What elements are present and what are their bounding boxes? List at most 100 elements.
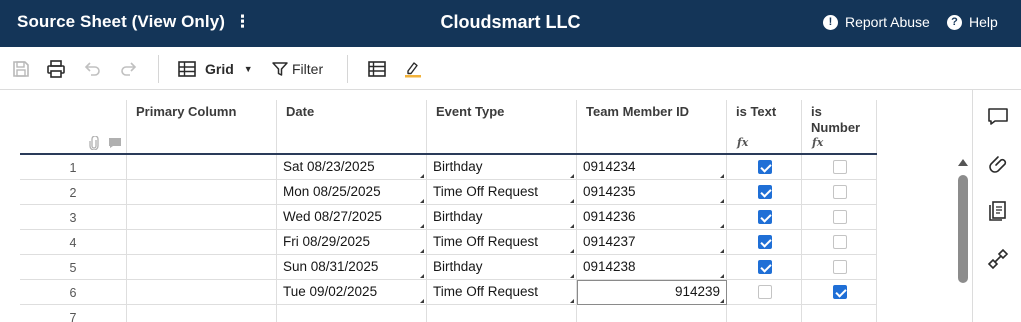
column-header-date[interactable]: Date [277, 100, 427, 154]
checkbox[interactable] [833, 185, 847, 199]
vertical-scrollbar[interactable] [955, 155, 971, 322]
cell-primary[interactable] [127, 155, 277, 180]
cell-event-type[interactable]: Time Off Request [427, 230, 577, 255]
row-number[interactable]: 3 [20, 205, 127, 230]
row-number[interactable]: 5 [20, 255, 127, 280]
scroll-up-arrow[interactable] [958, 159, 968, 166]
cell-is-number[interactable] [802, 305, 877, 322]
table-row[interactable]: 1 Sat 08/23/2025 Birthday 0914234 [20, 155, 877, 180]
checkbox[interactable] [833, 160, 847, 174]
help-link[interactable]: ? Help [947, 14, 998, 30]
checkbox[interactable] [758, 235, 772, 249]
undo-icon[interactable] [83, 57, 103, 81]
column-header-is-text[interactable]: is Text fx [727, 100, 802, 154]
table-row[interactable]: 4 Fri 08/29/2025 Time Off Request 0914237 [20, 230, 877, 255]
checkbox[interactable] [758, 260, 772, 274]
row-number[interactable]: 1 [20, 155, 127, 180]
cell-is-text[interactable] [727, 255, 802, 280]
cell-is-text[interactable] [727, 305, 802, 322]
table-row[interactable]: 6 Tue 09/02/2025 Time Off Request 914239 [20, 280, 877, 305]
sheet-menu-icon[interactable]: ⋮ [234, 12, 251, 32]
cell-team-member-id[interactable]: 0914235 [577, 180, 727, 205]
cell-team-member-id[interactable]: 0914238 [577, 255, 727, 280]
checkbox[interactable] [758, 285, 772, 299]
checkbox[interactable] [758, 185, 772, 199]
row-number[interactable]: 7 [20, 305, 127, 322]
cell-event-type[interactable]: Birthday [427, 155, 577, 180]
column-header-primary[interactable]: Primary Column [127, 100, 277, 154]
cell-team-member-id[interactable]: 0914234 [577, 155, 727, 180]
highlight-icon[interactable] [403, 57, 423, 81]
cell-is-text[interactable] [727, 280, 802, 305]
cell-is-number[interactable] [802, 180, 877, 205]
connections-icon[interactable] [987, 248, 1009, 270]
card-view-icon[interactable] [367, 57, 387, 81]
table-row[interactable]: 2 Mon 08/25/2025 Time Off Request 0914235 [20, 180, 877, 205]
filter-button[interactable]: Filter [271, 57, 323, 81]
cell-team-member-id[interactable] [577, 305, 727, 322]
report-abuse-link[interactable]: ! Report Abuse [823, 14, 930, 30]
cell-date[interactable]: Wed 08/27/2025 [277, 205, 427, 230]
cell-date[interactable]: Sun 08/31/2025 [277, 255, 427, 280]
cell-date[interactable]: Tue 09/02/2025 [277, 280, 427, 305]
cell-primary[interactable] [127, 205, 277, 230]
print-icon[interactable] [46, 57, 66, 81]
redo-icon[interactable] [118, 57, 138, 81]
column-header-team-member-id[interactable]: Team Member ID [577, 100, 727, 154]
cell-team-member-id[interactable]: 0914236 [577, 205, 727, 230]
scroll-thumb[interactable] [958, 175, 968, 283]
cell-is-number[interactable] [802, 280, 877, 305]
cell-date[interactable] [277, 305, 427, 322]
cell-event-type[interactable] [427, 305, 577, 322]
table-row[interactable]: 3 Wed 08/27/2025 Birthday 0914236 [20, 205, 877, 230]
cell-is-number[interactable] [802, 205, 877, 230]
attachments-icon[interactable] [987, 152, 1009, 174]
row-number[interactable]: 2 [20, 180, 127, 205]
cell-team-member-id-text: 0914234 [583, 159, 636, 174]
cell-team-member-id[interactable]: 914239 [577, 280, 727, 305]
cell-is-number[interactable] [802, 155, 877, 180]
column-header-is-number[interactable]: is Number fx [802, 100, 877, 154]
table-row[interactable]: 5 Sun 08/31/2025 Birthday 0914238 [20, 255, 877, 280]
row-number[interactable]: 4 [20, 230, 127, 255]
view-switcher-button[interactable]: Grid ▼ [177, 57, 253, 81]
checkbox[interactable] [833, 210, 847, 224]
cell-primary[interactable] [127, 230, 277, 255]
cell-date[interactable]: Sat 08/23/2025 [277, 155, 427, 180]
cell-team-member-id-text: 914239 [674, 284, 720, 299]
help-icon: ? [947, 14, 962, 30]
checkbox[interactable] [833, 260, 847, 274]
row-number[interactable]: 6 [20, 280, 127, 305]
cell-is-text[interactable] [727, 205, 802, 230]
save-icon[interactable] [11, 57, 31, 81]
cell-date[interactable]: Fri 08/29/2025 [277, 230, 427, 255]
cell-is-text[interactable] [727, 155, 802, 180]
column-header-event-type[interactable]: Event Type [427, 100, 577, 154]
cell-event-type[interactable]: Birthday [427, 255, 577, 280]
cell-event-type[interactable]: Time Off Request [427, 180, 577, 205]
cell-event-type[interactable]: Time Off Request [427, 280, 577, 305]
checkbox[interactable] [758, 160, 772, 174]
cell-is-text[interactable] [727, 180, 802, 205]
cell-primary[interactable] [127, 255, 277, 280]
cell-primary[interactable] [127, 180, 277, 205]
checkbox[interactable] [758, 210, 772, 224]
cell-team-member-id[interactable]: 0914237 [577, 230, 727, 255]
cell-primary[interactable] [127, 305, 277, 322]
sheet-title[interactable]: Source Sheet (View Only) [17, 12, 225, 32]
cell-is-number[interactable] [802, 255, 877, 280]
checkbox[interactable] [833, 285, 847, 299]
column-label: Date [286, 104, 315, 119]
column-label: Event Type [436, 104, 505, 119]
cell-corner-marker [720, 274, 724, 278]
cell-is-text[interactable] [727, 230, 802, 255]
proofs-icon[interactable] [987, 200, 1009, 222]
checkbox[interactable] [833, 235, 847, 249]
cell-is-number[interactable] [802, 230, 877, 255]
cell-date-text: Sun 08/31/2025 [283, 259, 379, 274]
table-row[interactable]: 7 [20, 305, 877, 322]
comments-icon[interactable] [987, 106, 1009, 128]
cell-date[interactable]: Mon 08/25/2025 [277, 180, 427, 205]
cell-primary[interactable] [127, 280, 277, 305]
cell-event-type[interactable]: Birthday [427, 205, 577, 230]
